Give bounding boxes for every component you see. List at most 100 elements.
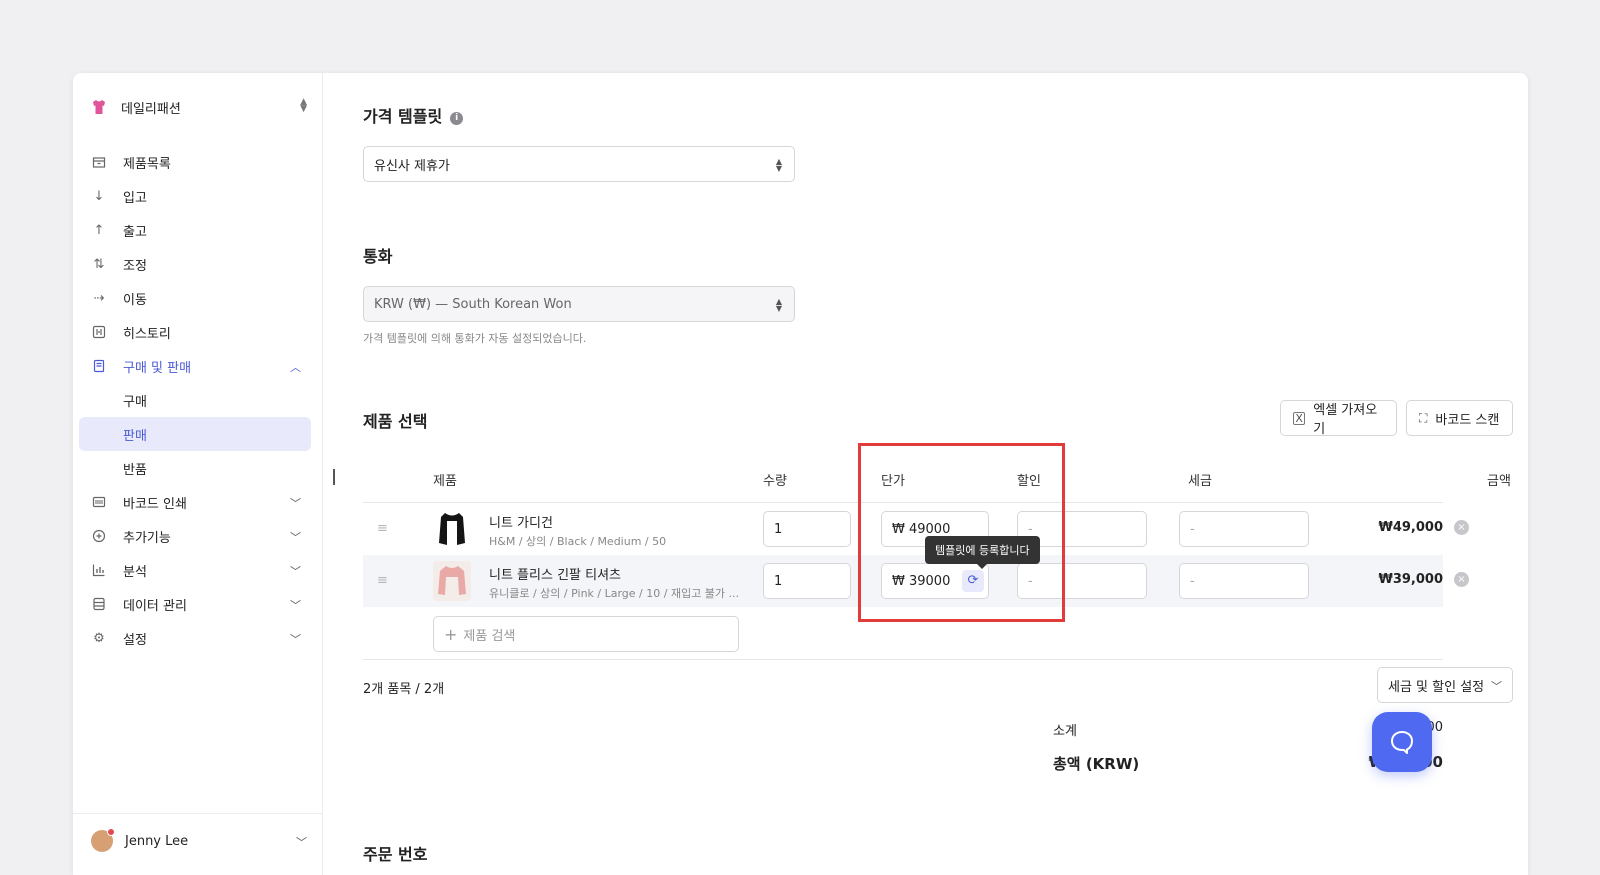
sidebar-subitem-returns[interactable]: 반품 (79, 451, 311, 485)
sidebar-item-data[interactable]: 데이터 관리 ﹀ (79, 587, 311, 621)
sidebar-item-label: 출고 (123, 224, 147, 240)
sidebar-item-purchase-sales[interactable]: 구매 및 판매 ︿ (79, 349, 311, 383)
header-qty: 수량 (763, 474, 787, 489)
currency-title: 통화 (363, 247, 393, 266)
arrow-right-icon: ⇢ (93, 290, 105, 306)
sidebar: 데일리패션 ▲ ▼ 제품목록 ↓ 입고 ↑ 출고 ⇅ 조정 ⇢ 이동 히스토리 … (73, 73, 323, 875)
sidebar-item-label: 추가기능 (123, 530, 171, 546)
user-menu[interactable]: Jenny Lee ﹀ (91, 828, 307, 852)
product-meta: H&M / 상의 / Black / Medium / 50 (489, 535, 667, 548)
discount-input[interactable]: - (1017, 563, 1147, 599)
barcode-scan-button[interactable]: ⛶ 바코드 스캔 (1406, 400, 1513, 436)
shirt-logo-icon (93, 100, 105, 114)
sidebar-nav: 제품목록 ↓ 입고 ↑ 출고 ⇅ 조정 ⇢ 이동 히스토리 구매 및 판매 ︿ … (79, 145, 311, 655)
tax-input[interactable]: - (1179, 511, 1309, 547)
sidebar-item-history[interactable]: 히스토리 (79, 315, 311, 349)
sidebar-subitem-sales[interactable]: 판매 (79, 417, 311, 451)
remove-row-icon[interactable]: × (1454, 572, 1469, 587)
qty-input[interactable]: 1 (763, 563, 851, 599)
chevron-down-icon: ﹀ (290, 531, 301, 544)
product-thumbnail (433, 509, 471, 549)
product-search-placeholder: 제품 검색 (463, 628, 516, 644)
user-name: Jenny Lee (125, 833, 189, 849)
sidebar-item-analytics[interactable]: 분석 ﹀ (79, 553, 311, 587)
database-icon (89, 597, 109, 611)
chevron-up-icon: ︿ (290, 361, 301, 374)
scan-icon: ⛶ (1419, 410, 1428, 425)
sidebar-item-transfer[interactable]: ⇢ 이동 (79, 281, 311, 315)
plus-icon: + (444, 624, 458, 644)
product-name: 니트 가디건 (489, 516, 553, 531)
product-meta: 유니클로 / 상의 / Pink / Large / 10 / 재입고 불가 .… (489, 587, 739, 600)
item-count: 2개 품목 / 2개 (363, 682, 445, 697)
header-discount: 할인 (1017, 474, 1041, 489)
price-template-select[interactable]: 유신사 제휴가 ▲ ▼ (363, 146, 795, 182)
tax-discount-settings-button[interactable]: 세금 및 할인 설정 ﹀ (1377, 667, 1513, 703)
price-template-value: 유신사 제휴가 (374, 158, 450, 174)
excel-icon: X (1293, 411, 1306, 425)
header-unit-price: 단가 (881, 474, 905, 489)
sidebar-item-inbound[interactable]: ↓ 입고 (79, 179, 311, 213)
chat-bubble-icon (1391, 731, 1413, 754)
info-icon[interactable]: i (450, 112, 464, 125)
main-content: 가격 템플릿 i 유신사 제휴가 ▲ ▼ 통화 KRW (₩) — South Ko… (323, 73, 1528, 875)
sidebar-item-label: 설정 (123, 632, 147, 648)
gear-icon: ⚙ (93, 630, 105, 646)
select-arrows-icon: ▲ ▼ (775, 157, 782, 173)
workspace-switcher[interactable]: 데일리패션 ▲ ▼ (91, 95, 307, 119)
chat-support-button[interactable] (1372, 712, 1432, 772)
text-cursor (333, 469, 335, 485)
currency-hint: 가격 템플릿에 의해 통화가 자동 설정되었습니다. (363, 332, 587, 345)
unit-price-value: ₩ 39000 (892, 573, 951, 589)
sidebar-item-adjust[interactable]: ⇅ 조정 (79, 247, 311, 281)
chevron-down-icon: ﹀ (290, 633, 301, 646)
select-arrows-icon: ▲ ▼ (775, 297, 782, 313)
drag-handle-icon[interactable]: ≡ (377, 573, 388, 588)
sidebar-item-settings[interactable]: ⚙ 설정 ﹀ (79, 621, 311, 655)
barcode-scan-label: 바코드 스캔 (1435, 412, 1500, 428)
remove-row-icon[interactable]: × (1454, 520, 1469, 535)
sidebar-item-label: 바코드 인쇄 (123, 496, 187, 512)
currency-select: KRW (₩) — South Korean Won ▲ ▼ (363, 286, 795, 322)
currency-value: KRW (₩) — South Korean Won (374, 296, 572, 312)
chevron-down-icon: ﹀ (1491, 680, 1502, 693)
arrow-down-icon: ↓ (93, 188, 105, 204)
refresh-icon[interactable]: ⟳ (962, 570, 984, 592)
total-label: 총액 (KRW) (1053, 755, 1140, 773)
qty-input[interactable]: 1 (763, 511, 851, 547)
sidebar-item-barcode-print[interactable]: 바코드 인쇄 ﹀ (79, 485, 311, 519)
arrow-up-icon: ↑ (93, 222, 105, 238)
avatar (91, 828, 115, 852)
drag-handle-icon[interactable]: ≡ (377, 521, 388, 536)
price-template-title-text: 가격 템플릿 (363, 107, 443, 126)
table-row: ≡ 니트 가디건 H&M / 상의 / Black / Medium / 50 … (363, 503, 1469, 555)
table-row: ≡ 니트 플리스 긴팔 티셔츠 유니클로 / 상의 / Pink / Large… (363, 555, 1469, 607)
sidebar-subitem-purchase[interactable]: 구매 (79, 383, 311, 417)
barcode-icon (89, 495, 109, 509)
sidebar-item-products[interactable]: 제품목록 (79, 145, 311, 179)
sidebar-item-outbound[interactable]: ↑ 출고 (79, 213, 311, 247)
updown-icon: ▲ ▼ (300, 97, 307, 114)
document-icon (89, 359, 109, 373)
chevron-down-icon: ﹀ (296, 836, 307, 849)
sidebar-item-addons[interactable]: 추가기능 ﹀ (79, 519, 311, 553)
unit-price-input[interactable]: ₩ 39000 ⟳ (881, 563, 989, 599)
products-title: 제품 선택 (363, 412, 428, 431)
chart-icon (89, 563, 109, 577)
tooltip: 템플릿에 등록합니다 (925, 536, 1040, 569)
sidebar-item-label: 구매 및 판매 (123, 360, 192, 376)
tax-discount-settings-label: 세금 및 할인 설정 (1388, 679, 1485, 695)
product-thumbnail (433, 561, 471, 601)
swap-icon: ⇅ (93, 256, 105, 272)
chevron-down-icon: ﹀ (290, 565, 301, 578)
app-window: 데일리패션 ▲ ▼ 제품목록 ↓ 입고 ↑ 출고 ⇅ 조정 ⇢ 이동 히스토리 … (73, 73, 1528, 875)
excel-import-label: 엑셀 가져오기 (1313, 403, 1378, 437)
box-icon (89, 155, 109, 169)
history-icon (89, 325, 109, 339)
sidebar-item-label: 히스토리 (123, 326, 171, 342)
excel-import-button[interactable]: X 엑셀 가져오기 (1280, 400, 1397, 437)
product-search-input[interactable]: + 제품 검색 (433, 616, 739, 652)
sidebar-footer: Jenny Lee ﹀ (73, 813, 323, 875)
tax-input[interactable]: - (1179, 563, 1309, 599)
row-amount: ₩49,000 (1378, 520, 1443, 535)
